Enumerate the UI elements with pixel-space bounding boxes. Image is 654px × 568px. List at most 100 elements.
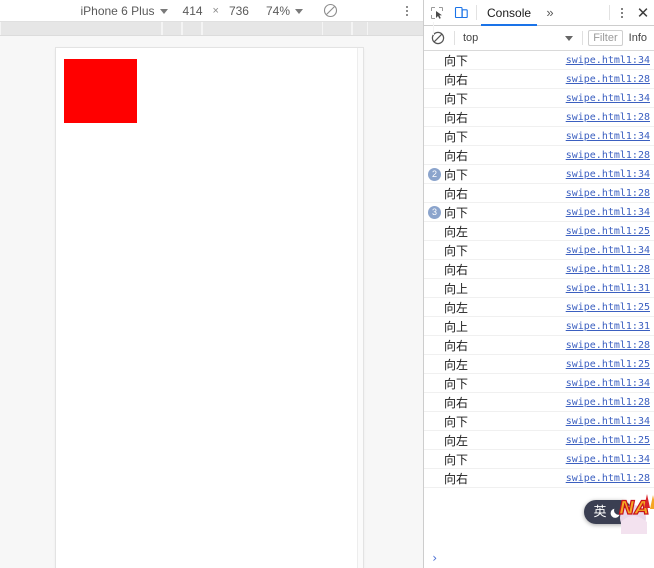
log-source-link[interactable]: swipe.html1:34 xyxy=(566,454,650,465)
log-message-text: 向右 xyxy=(444,72,469,87)
zoom-selector[interactable]: 74% xyxy=(256,4,311,18)
console-log-list[interactable]: 向下 swipe.html1:34 向右 swipe.html1:28 向下 swipe.… xyxy=(424,51,654,548)
log-source-link[interactable]: swipe.html1:25 xyxy=(566,302,650,313)
dimension-separator: × xyxy=(212,4,219,17)
close-icon: ✕ xyxy=(636,4,650,22)
console-log-row[interactable]: 向右 swipe.html1:28 xyxy=(424,70,654,89)
console-log-row[interactable]: 向下 swipe.html1:34 xyxy=(424,127,654,146)
console-log-row[interactable]: 向左 swipe.html1:25 xyxy=(424,298,654,317)
viewport-width-input[interactable]: 414 xyxy=(182,4,204,18)
console-log-row[interactable]: 向右 swipe.html1:28 xyxy=(424,393,654,412)
console-log-row[interactable]: 向右 swipe.html1:28 xyxy=(424,336,654,355)
log-message-text: 向下 xyxy=(444,452,469,467)
filterbar-divider xyxy=(582,31,584,45)
log-message-text: 向下 xyxy=(444,53,469,68)
console-log-row[interactable]: 向右 swipe.html1:28 xyxy=(424,469,654,488)
console-log-row[interactable]: 向下 swipe.html1:34 xyxy=(424,241,654,260)
log-message-text: 向下 xyxy=(444,243,469,258)
console-log-row[interactable]: 向下 swipe.html1:34 xyxy=(424,89,654,108)
more-options-icon xyxy=(621,15,623,18)
emulated-page-viewport[interactable] xyxy=(56,48,363,568)
naruto-floating-graphic[interactable]: NA xyxy=(617,492,654,534)
chevron-down-icon xyxy=(159,8,168,14)
tab-console-label: Console xyxy=(487,5,532,20)
log-source-link[interactable]: swipe.html1:25 xyxy=(566,226,650,237)
log-source-link[interactable]: swipe.html1:28 xyxy=(566,264,650,275)
log-message-text: 向左 xyxy=(444,357,469,372)
device-toolbar-more-button[interactable] xyxy=(395,0,419,22)
devtools-more-button[interactable] xyxy=(612,0,632,25)
log-message-text: 向上 xyxy=(444,281,469,296)
console-log-row[interactable]: 2 向下 swipe.html1:34 xyxy=(424,165,654,184)
toggle-device-toolbar-button[interactable] xyxy=(449,0,474,25)
log-source-link[interactable]: swipe.html1:25 xyxy=(566,359,650,370)
log-source-link[interactable]: swipe.html1:34 xyxy=(566,55,650,66)
more-options-icon xyxy=(406,9,408,12)
rotate-device-button[interactable] xyxy=(317,0,343,22)
more-options-icon xyxy=(621,7,623,10)
device-stage xyxy=(0,36,423,568)
more-tabs-button[interactable]: » xyxy=(539,0,561,25)
log-source-link[interactable]: swipe.html1:34 xyxy=(566,245,650,256)
console-log-row[interactable]: 向下 swipe.html1:34 xyxy=(424,412,654,431)
chevron-right-double-icon: » xyxy=(546,5,554,20)
ruler-segment xyxy=(162,22,182,35)
console-log-row[interactable]: 向上 swipe.html1:31 xyxy=(424,279,654,298)
device-selector[interactable]: iPhone 6 Plus xyxy=(72,4,175,18)
log-source-link[interactable]: swipe.html1:34 xyxy=(566,131,650,142)
more-options-icon xyxy=(406,13,408,16)
log-source-link[interactable]: swipe.html1:28 xyxy=(566,112,650,123)
console-log-row[interactable]: 向左 swipe.html1:25 xyxy=(424,431,654,450)
console-log-row[interactable]: 向右 swipe.html1:28 xyxy=(424,184,654,203)
console-log-row[interactable]: 向右 swipe.html1:28 xyxy=(424,260,654,279)
log-source-link[interactable]: swipe.html1:34 xyxy=(566,207,650,218)
log-source-link[interactable]: swipe.html1:28 xyxy=(566,150,650,161)
more-options-icon xyxy=(406,5,408,8)
console-log-row[interactable]: 3 向下 swipe.html1:34 xyxy=(424,203,654,222)
log-source-link[interactable]: swipe.html1:28 xyxy=(566,188,650,199)
console-input-prompt[interactable]: › xyxy=(424,548,654,568)
log-message-text: 向右 xyxy=(444,338,469,353)
log-source-link[interactable]: swipe.html1:28 xyxy=(566,473,650,484)
log-message-text: 向下 xyxy=(444,129,469,144)
execution-context-selector[interactable]: top xyxy=(460,32,577,44)
log-source-link[interactable]: swipe.html1:28 xyxy=(566,397,650,408)
console-log-row[interactable]: 向下 swipe.html1:34 xyxy=(424,374,654,393)
console-log-row[interactable]: 向上 swipe.html1:31 xyxy=(424,317,654,336)
zoom-level-label: 74% xyxy=(265,3,290,18)
log-repeat-count-badge: 2 xyxy=(428,167,441,181)
device-ruler-strip xyxy=(0,22,434,36)
red-swipe-target-box[interactable] xyxy=(64,59,137,123)
console-log-row[interactable]: 向右 swipe.html1:28 xyxy=(424,108,654,127)
log-source-link[interactable]: swipe.html1:28 xyxy=(566,340,650,351)
ruler-segment xyxy=(352,22,368,35)
log-source-link[interactable]: swipe.html1:34 xyxy=(566,416,650,427)
log-message-text: 向上 xyxy=(444,319,469,334)
ruler-segment xyxy=(182,22,202,35)
console-log-row[interactable]: 向下 swipe.html1:34 xyxy=(424,450,654,469)
console-filter-input[interactable]: Filter xyxy=(588,30,623,46)
log-source-link[interactable]: swipe.html1:34 xyxy=(566,169,650,180)
log-source-link[interactable]: swipe.html1:31 xyxy=(566,321,650,332)
console-log-row[interactable]: 向左 swipe.html1:25 xyxy=(424,355,654,374)
console-level-selector[interactable]: Info xyxy=(625,32,651,44)
viewport-height-input[interactable]: 736 xyxy=(228,4,250,18)
log-source-link[interactable]: swipe.html1:28 xyxy=(566,74,650,85)
console-log-row[interactable]: 向右 swipe.html1:28 xyxy=(424,146,654,165)
ruler-segment xyxy=(322,22,352,35)
console-log-row[interactable]: 向下 swipe.html1:34 xyxy=(424,51,654,70)
viewport-dimensions: 414 × 736 xyxy=(176,4,256,18)
log-source-link[interactable]: swipe.html1:31 xyxy=(566,283,650,294)
console-log-row[interactable]: 向左 swipe.html1:25 xyxy=(424,222,654,241)
log-source-link[interactable]: swipe.html1:34 xyxy=(566,93,650,104)
tab-console[interactable]: Console xyxy=(479,0,539,26)
devtools-panel: Console » ✕ top Filter Info 向下 swipe.htm… xyxy=(424,0,654,568)
filterbar-divider xyxy=(454,31,455,45)
log-message-text: 向右 xyxy=(444,471,469,486)
log-message-text: 向左 xyxy=(444,433,469,448)
close-devtools-button[interactable]: ✕ xyxy=(632,0,654,25)
log-repeat-count-badge: 3 xyxy=(428,205,441,219)
viewport-scrollbar[interactable] xyxy=(357,48,363,568)
log-source-link[interactable]: swipe.html1:34 xyxy=(566,378,650,389)
log-source-link[interactable]: swipe.html1:25 xyxy=(566,435,650,446)
